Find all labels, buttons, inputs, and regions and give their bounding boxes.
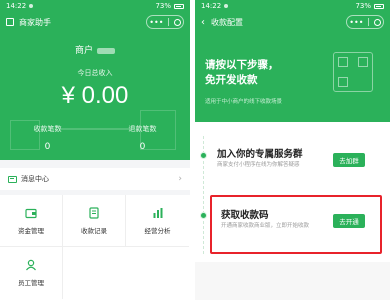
stat-refunds[interactable]: 退款笔数 0 xyxy=(95,124,190,152)
step-1-subtitle: 商家支付小程序在线为你解答疑惑 xyxy=(217,162,300,168)
back-arrow-icon[interactable]: ‹ xyxy=(201,17,205,28)
qr-corner xyxy=(338,57,348,67)
grid-item-label: 资金管理 xyxy=(18,226,44,235)
hero-line-1: 请按以下步骤， xyxy=(205,59,279,71)
close-miniprogram-icon[interactable] xyxy=(173,18,181,26)
battery-icon xyxy=(374,3,384,9)
merchant-name-blurred xyxy=(97,47,115,54)
payment-config-screen: 14:22 73% ‹ 收款配置 ••• 请按以下步骤， 免开发收款 适用于中小… xyxy=(195,0,390,300)
qr-code-icon xyxy=(333,52,373,92)
hero-heading: 请按以下步骤， 免开发收款 xyxy=(205,58,279,88)
status-time: 14:22 xyxy=(6,2,27,10)
grid-item-label: 经营分析 xyxy=(144,226,171,235)
grid-item-records[interactable]: 收款记录 xyxy=(63,195,126,247)
chevron-right-icon: › xyxy=(178,174,182,184)
status-bar: 14:22 73% xyxy=(195,0,390,12)
grid-item-funds[interactable]: 资金管理 xyxy=(0,195,63,247)
merchant-assistant-screen: 14:22 73% 商家助手 ••• 商户 今日总收入 ¥ 0.00 收款笔数 … xyxy=(0,0,190,300)
stat-value: 0 xyxy=(139,142,146,152)
stat-payments[interactable]: 收款笔数 0 xyxy=(0,124,95,152)
status-bar: 14:22 73% xyxy=(0,0,190,12)
function-grid: 资金管理 收款记录 经营分析 员工管理 xyxy=(0,195,190,300)
hero-line-2: 免开发收款 xyxy=(205,74,258,86)
record-icon xyxy=(89,206,99,219)
user-icon xyxy=(26,259,36,271)
grid-item-analysis[interactable]: 经营分析 xyxy=(126,195,189,247)
message-center-label: 消息中心 xyxy=(21,175,49,183)
step-dot-icon xyxy=(200,212,207,219)
notification-dot-icon xyxy=(29,4,34,8)
grid-item-staff[interactable]: 员工管理 xyxy=(0,247,63,299)
message-icon xyxy=(8,175,17,183)
app-title: 商家助手 xyxy=(19,17,51,27)
more-icon[interactable]: ••• xyxy=(349,18,363,27)
more-icon[interactable]: ••• xyxy=(149,18,163,27)
chart-icon xyxy=(153,207,162,218)
income-label: 今日总收入 xyxy=(77,69,113,77)
stat-label: 退款笔数 xyxy=(128,125,157,133)
miniprogram-capsule[interactable]: ••• xyxy=(346,15,384,29)
bottom-area xyxy=(195,262,390,300)
battery-percent: 73% xyxy=(155,2,171,10)
step-dot-icon xyxy=(200,152,207,159)
wallet-icon xyxy=(25,208,37,218)
qr-corner xyxy=(338,77,348,87)
step-2-subtitle: 开通商家收款商业版，立即开始收款 xyxy=(221,223,310,229)
page-title: 收款配置 xyxy=(211,17,243,27)
status-time: 14:22 xyxy=(201,2,222,10)
hero-subtitle: 适用于中小商户的线下收款场景 xyxy=(205,99,283,105)
home-icon[interactable] xyxy=(6,18,14,26)
capsule-divider xyxy=(368,18,370,26)
grid-item-label: 员工管理 xyxy=(18,279,44,287)
income-value: ¥ 0.00 xyxy=(61,82,129,109)
close-miniprogram-icon[interactable] xyxy=(373,18,381,26)
title-bar: ‹ 收款配置 ••• xyxy=(195,12,390,32)
title-bar: 商家助手 ••• xyxy=(0,12,190,32)
stat-label: 收款笔数 xyxy=(33,125,62,133)
battery-percent: 73% xyxy=(355,2,371,10)
capsule-divider xyxy=(168,18,170,26)
battery-icon xyxy=(174,3,184,9)
activate-button[interactable]: 去开通 xyxy=(333,214,365,228)
merchant-label: 商户 xyxy=(74,46,93,56)
join-group-button[interactable]: 去加群 xyxy=(333,153,365,167)
grid-item-label: 收款记录 xyxy=(81,226,107,235)
step-2-title: 获取收款码 xyxy=(221,210,269,221)
merchant-name: 商户 xyxy=(0,43,190,56)
miniprogram-capsule[interactable]: ••• xyxy=(146,15,184,29)
message-center-row[interactable]: 消息中心 › xyxy=(0,168,190,190)
qr-corner xyxy=(358,57,368,67)
step-1-title: 加入你的专属服务群 xyxy=(217,149,303,160)
notification-dot-icon xyxy=(224,4,229,8)
stat-value: 0 xyxy=(44,142,51,152)
